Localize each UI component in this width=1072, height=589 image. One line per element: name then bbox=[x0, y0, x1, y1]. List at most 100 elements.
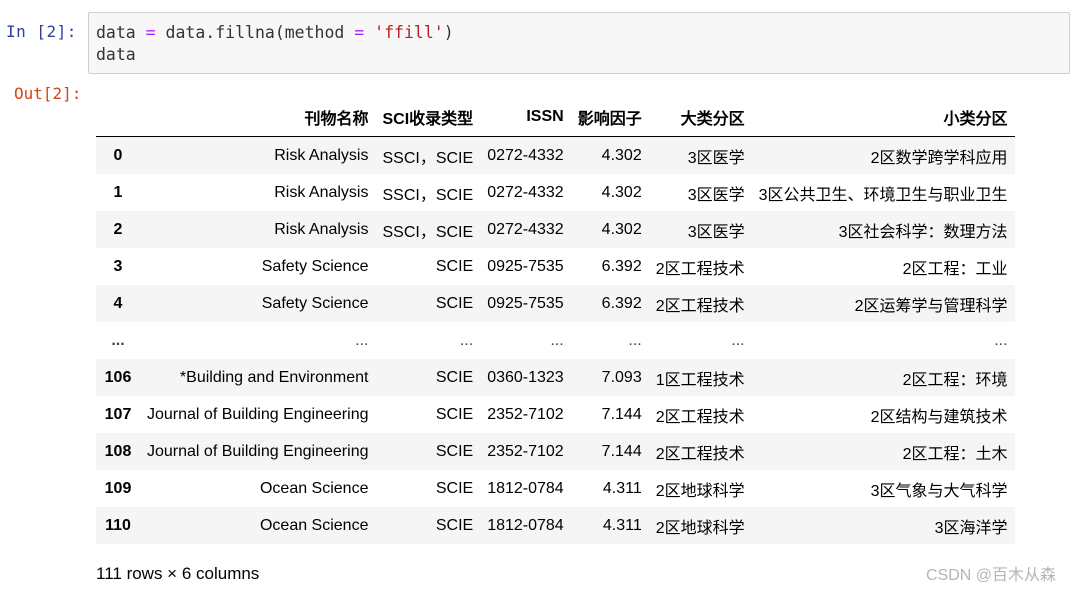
table-cell: Ocean Science bbox=[259, 479, 369, 497]
table-cell: ... bbox=[628, 331, 642, 349]
row-index: 3 bbox=[113, 257, 123, 275]
table-cell: ... bbox=[355, 331, 369, 349]
table-cell: 1812-0784 bbox=[487, 479, 564, 497]
table-cell: 2区工程技术 bbox=[655, 260, 745, 278]
code-token: data.fillna(method bbox=[155, 23, 355, 42]
column-header: 刊物名称 bbox=[140, 98, 376, 137]
table-cell: ... bbox=[994, 331, 1008, 349]
table-cell: 3区医学 bbox=[687, 223, 745, 241]
table-cell: SCIE bbox=[435, 294, 474, 312]
table-cell: SSCI，SCIE bbox=[382, 149, 474, 167]
table-row: 107 Journal of Building Engineering SCIE 23… bbox=[96, 396, 1015, 433]
code-line-1: data = data.fillna(method = 'ffill') bbox=[96, 22, 1062, 44]
table-cell: Risk Analysis bbox=[274, 146, 369, 164]
table-cell: 3区公共卫生、环境卫生与职业卫生 bbox=[758, 186, 1008, 204]
input-prompt: In [2]: bbox=[6, 22, 77, 41]
table-row: ..................... bbox=[96, 322, 1015, 359]
table-cell: 2区工程技术 bbox=[655, 297, 745, 315]
row-index: 108 bbox=[104, 442, 132, 460]
table-cell: 3区社会科学：数理方法 bbox=[838, 223, 1008, 241]
row-index: 110 bbox=[105, 516, 131, 534]
table-header-row: 刊物名称 SCI收录类型 ISSN 影响因子 大类分区 小类分区 bbox=[96, 98, 1015, 137]
table-cell: *Building and Environment bbox=[179, 368, 369, 386]
table-cell: Journal of Building Engineering bbox=[147, 405, 369, 423]
column-header: ISSN bbox=[480, 98, 571, 137]
table-cell: Risk Analysis bbox=[274, 183, 369, 201]
column-header: 影响因子 bbox=[570, 98, 649, 137]
table-cell: 2区运筹学与管理科学 bbox=[854, 297, 1008, 315]
table-cell: SCIE bbox=[435, 368, 474, 386]
row-index: 2 bbox=[113, 220, 123, 238]
table-cell: 2区工程：工业 bbox=[902, 260, 1008, 278]
table-cell: 2区结构与建筑技术 bbox=[870, 408, 1008, 426]
column-header: 小类分区 bbox=[751, 98, 1015, 137]
dataframe-table: 刊物名称 SCI收录类型 ISSN 影响因子 大类分区 小类分区 0 Risk Analys… bbox=[96, 98, 1015, 544]
code-token: ) bbox=[443, 23, 454, 42]
code-line-2: data bbox=[96, 45, 136, 64]
table-cell: 2区工程技术 bbox=[655, 445, 745, 463]
table-row: 0 Risk Analysis SSCI，SCIE 0272-4332 4.302 3区医… bbox=[96, 136, 1015, 174]
table-cell: ... bbox=[731, 331, 745, 349]
table-cell: 2区工程：环境 bbox=[902, 371, 1008, 389]
table-body: 0 Risk Analysis SSCI，SCIE 0272-4332 4.302 3区医… bbox=[96, 136, 1015, 544]
table-cell: 0272-4332 bbox=[487, 146, 564, 164]
table-cell: 2区数学跨学科应用 bbox=[870, 149, 1008, 167]
table-row: 4 Safety Science SCIE 0925-7535 6.392 2区工程技术 2… bbox=[96, 285, 1015, 322]
row-index: 109 bbox=[104, 479, 132, 497]
table-row: 3 Safety Science SCIE 0925-7535 6.392 2区工程技术 2… bbox=[96, 248, 1015, 285]
table-cell: 0925-7535 bbox=[487, 257, 564, 275]
table-cell: ... bbox=[459, 331, 474, 349]
table-cell: Safety Science bbox=[261, 294, 369, 312]
table-cell: 3区医学 bbox=[687, 186, 745, 204]
row-index: 1 bbox=[113, 183, 123, 201]
column-header: 大类分区 bbox=[648, 98, 752, 137]
index-header bbox=[96, 98, 140, 137]
column-header: SCI收录类型 bbox=[375, 98, 481, 137]
table-row: 108 Journal of Building Engineering SCIE 23… bbox=[96, 433, 1015, 470]
code-cell-editor[interactable]: data = data.fillna(method = 'ffill') dat… bbox=[88, 12, 1070, 74]
table-cell: SCIE bbox=[435, 516, 474, 534]
row-index: 106 bbox=[104, 368, 132, 386]
table-cell: 2区工程：土木 bbox=[902, 445, 1008, 463]
table-cell: 2区地球科学 bbox=[655, 482, 745, 500]
code-string: 'ffill' bbox=[374, 23, 444, 42]
table-cell: SCIE bbox=[435, 479, 474, 497]
row-index: ... bbox=[111, 331, 125, 349]
table-row: 109 Ocean Science SCIE 1812-0784 4.311 2区地球科学… bbox=[96, 470, 1015, 507]
table-cell: SSCI，SCIE bbox=[382, 223, 474, 241]
table-cell: 4.302 bbox=[601, 146, 642, 164]
output-area: 刊物名称 SCI收录类型 ISSN 影响因子 大类分区 小类分区 0 Risk Analys… bbox=[96, 98, 1015, 544]
table-cell: Journal of Building Engineering bbox=[147, 442, 369, 460]
table-cell: 1812-0784 bbox=[487, 516, 564, 534]
table-cell: 7.093 bbox=[601, 368, 642, 386]
code-token: data bbox=[96, 23, 146, 42]
table-cell: ... bbox=[550, 331, 564, 349]
table-cell: 4.302 bbox=[601, 220, 642, 238]
table-cell: 3区医学 bbox=[687, 149, 745, 167]
table-cell: 6.392 bbox=[601, 294, 642, 312]
table-cell: 7.144 bbox=[601, 442, 642, 460]
table-cell: Ocean Science bbox=[259, 516, 369, 534]
table-row: 1 Risk Analysis SSCI，SCIE 0272-4332 4.302 3区医… bbox=[96, 174, 1015, 211]
output-prompt: Out[2]: bbox=[14, 84, 82, 103]
table-cell: 0925-7535 bbox=[487, 294, 564, 312]
row-index: 107 bbox=[104, 405, 132, 423]
table-cell: 6.392 bbox=[601, 257, 642, 275]
table-cell: 2区地球科学 bbox=[655, 519, 745, 537]
table-cell: 0360-1323 bbox=[487, 368, 564, 386]
table-cell: 2352-7102 bbox=[487, 405, 564, 423]
table-row: 110 Ocean Science SCIE 1812-0784 4.311 2区地球科学… bbox=[96, 507, 1015, 544]
table-cell: Risk Analysis bbox=[274, 220, 369, 238]
table-cell: SCIE bbox=[435, 405, 474, 423]
table-cell: 4.311 bbox=[602, 516, 642, 534]
table-cell: 0272-4332 bbox=[487, 183, 564, 201]
table-cell: 1区工程技术 bbox=[655, 371, 745, 389]
table-cell: 7.144 bbox=[601, 405, 642, 423]
table-cell: 4.302 bbox=[601, 183, 642, 201]
table-cell: 3区海洋学 bbox=[934, 519, 1008, 537]
table-row: 2 Risk Analysis SSCI，SCIE 0272-4332 4.302 3区医… bbox=[96, 211, 1015, 248]
table-cell: SCIE bbox=[435, 442, 474, 460]
code-operator: = bbox=[354, 23, 365, 42]
table-cell: 2352-7102 bbox=[487, 442, 564, 460]
